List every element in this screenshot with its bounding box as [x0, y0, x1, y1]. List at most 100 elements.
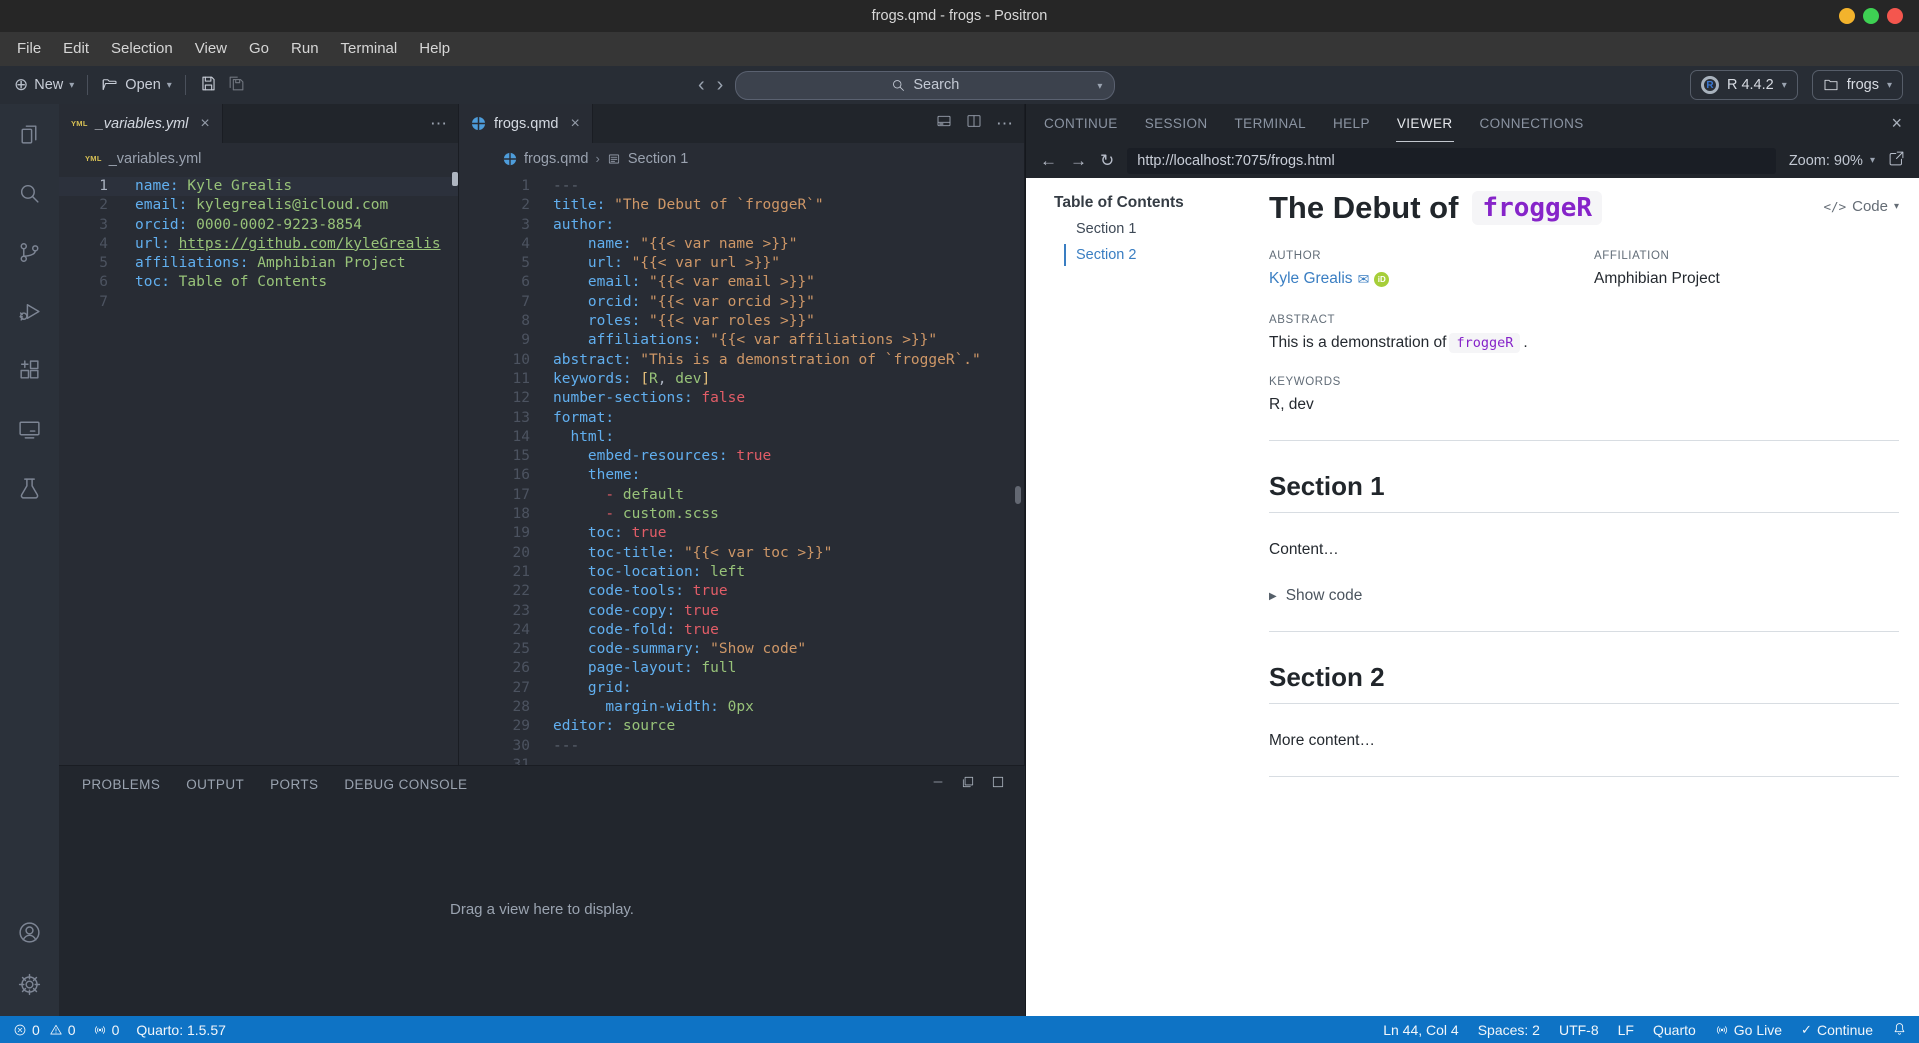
panel-tab-debug-console[interactable]: DEBUG CONSOLE	[344, 777, 467, 792]
menu-view[interactable]: View	[184, 32, 238, 66]
ports-status[interactable]: 0	[93, 1022, 119, 1038]
close-panel-icon[interactable]: ×	[1891, 113, 1902, 134]
code-line[interactable]: 30 ---	[459, 737, 1024, 756]
code-line[interactable]: 17 - default	[459, 486, 1024, 505]
tab-variables-yml[interactable]: YML _variables.yml ×	[59, 104, 223, 143]
menu-file[interactable]: File	[6, 32, 52, 66]
restore-panel-icon[interactable]	[961, 775, 975, 794]
maximize-window-button[interactable]	[1863, 8, 1879, 24]
code-line[interactable]: 29 editor: source	[459, 717, 1024, 736]
test-beaker-icon[interactable]	[17, 476, 42, 506]
breadcrumb[interactable]: YML _variables.yml	[59, 143, 458, 174]
tab-session[interactable]: SESSION	[1144, 106, 1209, 141]
viewer-zoom-selector[interactable]: Zoom: 90% ▾	[1789, 153, 1875, 169]
panel-tab-output[interactable]: OUTPUT	[186, 777, 244, 792]
menu-selection[interactable]: Selection	[100, 32, 184, 66]
remote-console-icon[interactable]	[17, 417, 42, 447]
menu-terminal[interactable]: Terminal	[330, 32, 409, 66]
code-line[interactable]: 4 name: "{{< var name >}}"	[459, 235, 1024, 254]
code-line[interactable]: 2 title: "The Debut of `froggeR`"	[459, 196, 1024, 215]
code-line[interactable]: 13 format:	[459, 409, 1024, 428]
new-button[interactable]: ⊕ New ▾	[14, 75, 74, 95]
code-line[interactable]: 26 page-layout: full	[459, 659, 1024, 678]
search-view-icon[interactable]	[17, 181, 42, 211]
code-line[interactable]: 6 email: "{{< var email >}}"	[459, 273, 1024, 292]
menu-help[interactable]: Help	[408, 32, 461, 66]
code-line[interactable]: 3 orcid: 0000-0002-9223-8854	[59, 216, 458, 235]
tab-continue[interactable]: CONTINUE	[1043, 106, 1119, 141]
orcid-icon[interactable]: iD	[1374, 271, 1390, 287]
author-link[interactable]: Kyle Grealis	[1269, 270, 1353, 288]
search-input[interactable]: Search ▾	[735, 70, 1116, 100]
email-icon[interactable]: ✉	[1358, 271, 1370, 288]
code-line[interactable]: 5 url: "{{< var url >}}"	[459, 254, 1024, 273]
more-actions-icon[interactable]: ⋯	[430, 114, 448, 134]
breadcrumb[interactable]: frogs.qmd › Section 1	[459, 143, 1024, 174]
split-editor-icon[interactable]	[966, 113, 982, 134]
tab-frogs-qmd[interactable]: frogs.qmd ×	[459, 104, 593, 143]
code-line[interactable]: 27 grid:	[459, 679, 1024, 698]
r-interpreter-selector[interactable]: R R 4.4.2 ▾	[1689, 70, 1798, 100]
open-in-browser-icon[interactable]	[1888, 150, 1905, 172]
code-line[interactable]: 9 affiliations: "{{< var affiliations >}…	[459, 331, 1024, 350]
code-line[interactable]: 28 margin-width: 0px	[459, 698, 1024, 717]
viewer-back-icon[interactable]: ←	[1040, 151, 1057, 171]
scrollbar-thumb[interactable]	[1015, 486, 1021, 504]
code-line[interactable]: 6 toc: Table of Contents	[59, 273, 458, 292]
code-line[interactable]: 15 embed-resources: true	[459, 447, 1024, 466]
close-tab-icon[interactable]: ×	[200, 115, 209, 133]
close-tab-icon[interactable]: ×	[570, 115, 579, 133]
maximize-panel-icon[interactable]	[991, 775, 1005, 794]
settings-gear-icon[interactable]	[17, 972, 42, 1002]
continue-button[interactable]: ✓ Continue	[1801, 1022, 1873, 1038]
menu-run[interactable]: Run	[280, 32, 330, 66]
code-line[interactable]: 25 code-summary: "Show code"	[459, 640, 1024, 659]
show-code-details[interactable]: ▶ Show code	[1269, 587, 1899, 605]
viewer-reload-icon[interactable]: ↻	[1100, 151, 1114, 171]
account-icon[interactable]	[17, 920, 42, 950]
viewer-url-input[interactable]: http://localhost:7075/frogs.html	[1127, 147, 1776, 174]
workspace-folder-selector[interactable]: frogs ▾	[1811, 70, 1903, 100]
notifications-bell-icon[interactable]	[1892, 1021, 1907, 1039]
code-line[interactable]: 4 url: https://github.com/kyleGrealis	[59, 235, 458, 254]
more-actions-icon[interactable]: ⋯	[996, 114, 1014, 134]
code-line[interactable]: 24 code-fold: true	[459, 621, 1024, 640]
customize-layout-icon[interactable]	[936, 113, 952, 134]
code-line[interactable]: 8 roles: "{{< var roles >}}"	[459, 312, 1024, 331]
encoding-status[interactable]: UTF-8	[1559, 1022, 1599, 1038]
code-line[interactable]: 11 keywords: [R, dev]	[459, 370, 1024, 389]
tab-help[interactable]: HELP	[1332, 106, 1371, 141]
code-line[interactable]: 1 ---	[459, 177, 1024, 196]
eol-status[interactable]: LF	[1618, 1022, 1634, 1038]
explorer-icon[interactable]	[17, 122, 42, 152]
navigate-back-icon[interactable]: ‹	[698, 75, 705, 95]
minimize-window-button[interactable]	[1839, 8, 1855, 24]
toc-item-section-2[interactable]: Section 2	[1064, 244, 1239, 266]
panel-tab-problems[interactable]: PROBLEMS	[82, 777, 160, 792]
code-line[interactable]: 3 author:	[459, 216, 1024, 235]
problems-status[interactable]: 0 0	[13, 1022, 76, 1038]
code-line[interactable]: 19 toc: true	[459, 524, 1024, 543]
code-line[interactable]: 12 number-sections: false	[459, 389, 1024, 408]
code-tools-menu[interactable]: </> Code ▾	[1824, 198, 1899, 215]
open-button[interactable]: Open ▾	[101, 76, 172, 94]
save-button[interactable]	[199, 74, 218, 97]
code-line[interactable]: 5 affiliations: Amphibian Project	[59, 254, 458, 273]
tab-terminal[interactable]: TERMINAL	[1234, 106, 1307, 141]
code-line[interactable]: 10 abstract: "This is a demonstration of …	[459, 351, 1024, 370]
code-line[interactable]: 2 email: kylegrealis@icloud.com	[59, 196, 458, 215]
code-line[interactable]: 7 orcid: "{{< var orcid >}}"	[459, 293, 1024, 312]
navigate-forward-icon[interactable]: ›	[717, 75, 724, 95]
menu-go[interactable]: Go	[238, 32, 280, 66]
viewer-forward-icon[interactable]: →	[1070, 151, 1087, 171]
tab-viewer[interactable]: VIEWER	[1395, 106, 1454, 142]
indentation-status[interactable]: Spaces: 2	[1478, 1022, 1540, 1038]
tab-connections[interactable]: CONNECTIONS	[1479, 106, 1585, 141]
quarto-version-status[interactable]: Quarto: 1.5.57	[136, 1022, 226, 1038]
minimize-panel-icon[interactable]	[931, 775, 945, 794]
code-line[interactable]: 18 - custom.scss	[459, 505, 1024, 524]
run-debug-icon[interactable]	[17, 299, 42, 329]
extensions-icon[interactable]	[17, 358, 42, 388]
cursor-position-status[interactable]: Ln 44, Col 4	[1383, 1022, 1459, 1038]
source-control-icon[interactable]	[17, 240, 42, 270]
